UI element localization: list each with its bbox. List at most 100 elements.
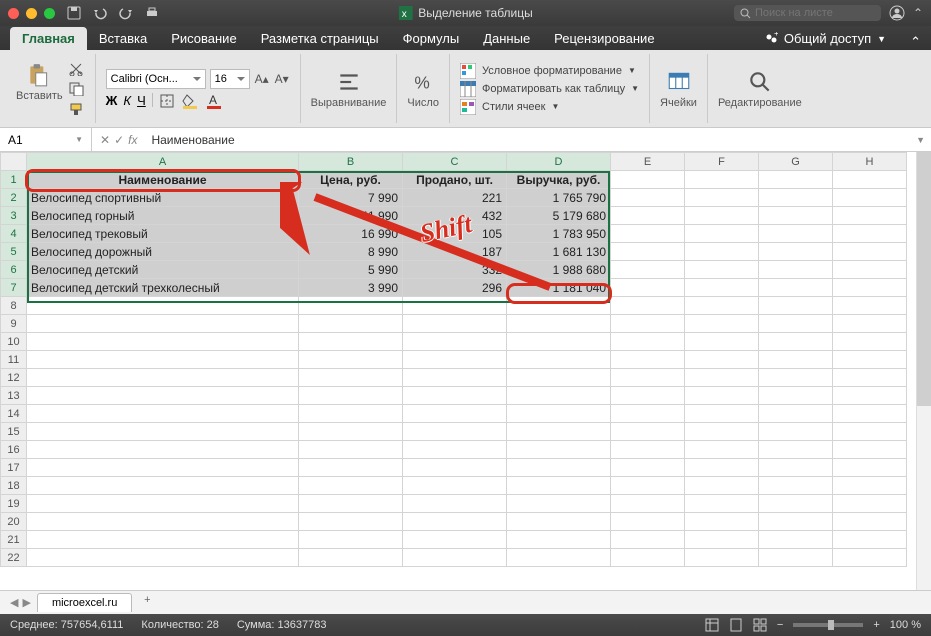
row-header-7[interactable]: 7	[1, 279, 27, 297]
cell[interactable]	[299, 315, 403, 333]
cell[interactable]	[611, 531, 685, 549]
cell[interactable]	[403, 405, 507, 423]
cell[interactable]	[759, 261, 833, 279]
cell[interactable]	[759, 477, 833, 495]
zoom-level[interactable]: 100 %	[890, 619, 921, 631]
cell[interactable]	[403, 351, 507, 369]
share-button[interactable]: + Общий доступ ▼	[750, 27, 900, 50]
spreadsheet-grid[interactable]: ABCDEFGH1НаименованиеЦена, руб.Продано, …	[0, 152, 931, 590]
cell[interactable]	[833, 225, 907, 243]
table-data-cell[interactable]: 5 179 680	[507, 207, 611, 225]
cell[interactable]	[685, 171, 759, 189]
table-data-cell[interactable]: 432	[403, 207, 507, 225]
cell[interactable]	[403, 333, 507, 351]
cell[interactable]	[833, 315, 907, 333]
view-breaks-icon[interactable]	[753, 618, 767, 632]
ribbon-collapse-icon[interactable]: ⌃	[900, 34, 931, 50]
search-input[interactable]	[755, 7, 875, 19]
cell[interactable]	[507, 369, 611, 387]
row-header-3[interactable]: 3	[1, 207, 27, 225]
cell[interactable]	[685, 495, 759, 513]
cell[interactable]	[611, 297, 685, 315]
cell[interactable]	[299, 549, 403, 567]
cell[interactable]	[759, 351, 833, 369]
cell[interactable]	[685, 441, 759, 459]
cell[interactable]	[611, 441, 685, 459]
row-header-9[interactable]: 9	[1, 315, 27, 333]
vertical-scrollbar[interactable]	[916, 152, 931, 590]
cell[interactable]	[833, 351, 907, 369]
table-data-cell[interactable]: 16 990	[299, 225, 403, 243]
table-data-cell[interactable]: 5 990	[299, 261, 403, 279]
col-header-E[interactable]: E	[611, 153, 685, 171]
cell[interactable]	[833, 261, 907, 279]
cell[interactable]	[685, 207, 759, 225]
col-header-F[interactable]: F	[685, 153, 759, 171]
cell[interactable]	[299, 297, 403, 315]
cell[interactable]	[403, 513, 507, 531]
cell[interactable]	[299, 495, 403, 513]
name-box[interactable]: A1▼	[0, 128, 92, 151]
cell[interactable]	[611, 387, 685, 405]
cell[interactable]	[403, 495, 507, 513]
table-data-cell[interactable]: 105	[403, 225, 507, 243]
table-data-cell[interactable]: 187	[403, 243, 507, 261]
row-header-5[interactable]: 5	[1, 243, 27, 261]
cell[interactable]	[833, 171, 907, 189]
cell[interactable]	[27, 495, 299, 513]
col-header-G[interactable]: G	[759, 153, 833, 171]
row-header-19[interactable]: 19	[1, 495, 27, 513]
cell[interactable]	[611, 549, 685, 567]
cell[interactable]	[507, 387, 611, 405]
cell[interactable]	[507, 477, 611, 495]
minimize-icon[interactable]	[26, 8, 37, 19]
cell[interactable]	[759, 279, 833, 297]
cell[interactable]	[299, 423, 403, 441]
cell[interactable]	[299, 387, 403, 405]
cell[interactable]	[507, 405, 611, 423]
cell[interactable]	[833, 405, 907, 423]
cell[interactable]	[403, 315, 507, 333]
row-header-12[interactable]: 12	[1, 369, 27, 387]
cell[interactable]	[759, 387, 833, 405]
cell[interactable]	[685, 459, 759, 477]
cell[interactable]	[403, 387, 507, 405]
paste-button[interactable]: Вставить	[16, 62, 63, 116]
expand-formula-icon[interactable]: ▼	[910, 135, 931, 145]
cell[interactable]	[27, 441, 299, 459]
table-data-cell[interactable]: 221	[403, 189, 507, 207]
table-data-cell[interactable]: 1 765 790	[507, 189, 611, 207]
cell[interactable]	[611, 351, 685, 369]
table-data-cell[interactable]: 7 990	[299, 189, 403, 207]
cell[interactable]	[611, 171, 685, 189]
table-header-cell[interactable]: Наименование	[27, 171, 299, 189]
search-box[interactable]	[734, 5, 881, 21]
cell[interactable]	[833, 243, 907, 261]
cell[interactable]	[27, 351, 299, 369]
row-header-15[interactable]: 15	[1, 423, 27, 441]
undo-icon[interactable]	[93, 6, 107, 20]
view-page-icon[interactable]	[729, 618, 743, 632]
row-header-11[interactable]: 11	[1, 351, 27, 369]
table-data-cell[interactable]: Велосипед спортивный	[27, 189, 299, 207]
cell[interactable]	[27, 459, 299, 477]
cell[interactable]	[833, 207, 907, 225]
cell[interactable]	[685, 531, 759, 549]
cell[interactable]	[403, 459, 507, 477]
cell[interactable]	[759, 297, 833, 315]
cell[interactable]	[685, 405, 759, 423]
borders-icon[interactable]	[159, 93, 175, 109]
cell[interactable]	[299, 369, 403, 387]
cell[interactable]	[833, 513, 907, 531]
row-header-20[interactable]: 20	[1, 513, 27, 531]
table-data-cell[interactable]: 3 990	[299, 279, 403, 297]
cell[interactable]	[759, 459, 833, 477]
cell[interactable]	[759, 171, 833, 189]
cell[interactable]	[27, 315, 299, 333]
cell[interactable]	[507, 297, 611, 315]
cell[interactable]	[685, 423, 759, 441]
cell[interactable]	[27, 333, 299, 351]
tab-formulas[interactable]: Формулы	[391, 27, 472, 50]
cell[interactable]	[611, 207, 685, 225]
cell[interactable]	[833, 531, 907, 549]
